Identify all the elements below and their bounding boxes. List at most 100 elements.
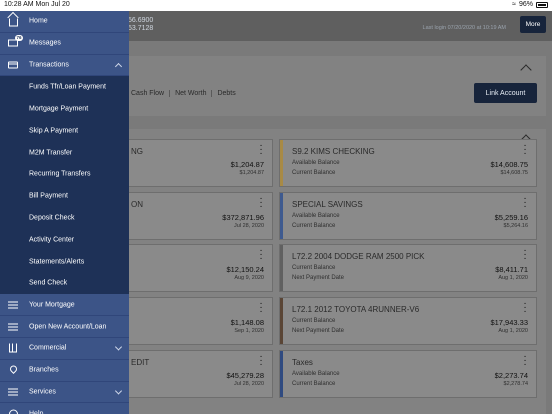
account-card[interactable]: $12,150.24 Aug 9, 2020 · · · (118, 244, 273, 292)
chevron-up-icon (114, 62, 123, 71)
account-amount: $12,150.24 (226, 265, 264, 274)
menu-item-services[interactable]: Services (0, 381, 129, 404)
status-bar: 10:28 AM Mon Jul 20 ≈ 96% (0, 0, 552, 11)
link-account-button[interactable]: Link Account (474, 83, 537, 103)
account-label-1: Available Balance (292, 160, 340, 166)
account-card[interactable]: L72.1 2012 TOYOTA 4RUNNER-V6 Current Bala… (279, 297, 537, 345)
account-amount: $372,871.96 (222, 213, 264, 222)
chevron-down-icon (114, 387, 123, 395)
more-options-icon[interactable]: · · · (523, 352, 527, 370)
bank-icon (8, 343, 19, 354)
account-sub-value: $14,608.75 (500, 170, 528, 176)
menu-item-commercial[interactable]: Commercial (0, 337, 129, 360)
menu-item-home[interactable]: Home (0, 11, 129, 33)
menu-item-label: Bill Payment (29, 192, 68, 200)
more-options-icon[interactable]: · · · (523, 194, 527, 212)
more-options-icon[interactable]: · · · (523, 246, 527, 264)
summary-tabs: Cash Flow Net Worth Debts (126, 90, 241, 97)
account-sub-value: Sep 1, 2020 (234, 328, 264, 334)
status-right: ≈ 96% (512, 1, 548, 8)
more-options-icon[interactable]: · · · (259, 299, 263, 317)
menu-item-label: M2M Transfer (29, 149, 73, 157)
account-name: EDIT (131, 358, 150, 367)
menu-item-your-mortgage[interactable]: Your Mortgage (0, 294, 129, 317)
credit-card-icon (8, 59, 19, 70)
account-name: L72.1 2012 TOYOTA 4RUNNER-V6 (292, 305, 420, 314)
more-options-icon[interactable]: · · · (259, 141, 263, 159)
menu-item-skip-a-payment[interactable]: Skip A Payment (0, 119, 129, 142)
location-pin-icon (8, 364, 19, 376)
tab-debts[interactable]: Debts (212, 90, 240, 97)
tab-net-worth[interactable]: Net Worth (170, 90, 213, 97)
account-card[interactable]: SPECIAL SAVINGS Available Balance Current … (279, 192, 537, 240)
menu-item-statements-alerts[interactable]: Statements/Alerts (0, 250, 129, 273)
account-name: S9.2 KIMS CHECKING (292, 147, 375, 156)
account-color-strip (280, 245, 283, 291)
menu-item-messages[interactable]: 76 Messages (0, 32, 129, 55)
home-icon-shape (9, 18, 18, 27)
chevron-down-icon (114, 343, 123, 351)
menu-item-transactions[interactable]: Transactions (0, 54, 129, 77)
help-icon-shape (9, 409, 18, 414)
account-sub-value: Jul 28, 2020 (234, 381, 264, 387)
account-label-1: Current Balance (292, 265, 336, 271)
account-amount: $5,259.16 (494, 213, 528, 222)
wifi-icon: ≈ (512, 1, 516, 8)
menu-item-activity-center[interactable]: Activity Center (0, 228, 129, 251)
account-color-strip (280, 140, 283, 186)
menu-item-funds-tfr-loan-payment[interactable]: Funds Tfr/Loan Payment (0, 76, 129, 99)
account-sub-value: $1,204.87 (239, 170, 264, 176)
account-label-2: Current Balance (292, 170, 336, 176)
account-sub-value: $2,278.74 (503, 381, 528, 387)
list-icon-shape (8, 323, 18, 331)
collapse-summary-icon[interactable] (520, 64, 532, 76)
home-icon (8, 16, 19, 27)
more-options-icon[interactable]: · · · (259, 246, 263, 264)
account-card[interactable]: EDIT $45,279.28 Jul 28, 2020 · · · (118, 350, 273, 398)
menu-item-deposit-check[interactable]: Deposit Check (0, 207, 129, 229)
menu-item-label: Transactions (29, 61, 69, 69)
account-amount: $14,608.75 (490, 160, 528, 169)
account-card[interactable]: S9.2 KIMS CHECKING Available Balance Curre… (279, 139, 537, 187)
menu-item-m2m-transfer[interactable]: M2M Transfer (0, 141, 129, 164)
menu-item-branches[interactable]: Branches (0, 359, 129, 382)
help-icon (8, 408, 19, 414)
account-name: ON (131, 200, 143, 209)
more-options-icon[interactable]: · · · (259, 194, 263, 212)
menu-item-label: Send Check (29, 279, 68, 287)
account-label-2: Current Balance (292, 223, 336, 229)
account-card[interactable]: L72.2 2004 DODGE RAM 2500 PICK Current Ba… (279, 244, 537, 292)
account-label-2: Next Payment Date (292, 328, 345, 334)
account-card[interactable]: Taxes Available Balance Current Balance $2,… (279, 350, 537, 398)
more-options-icon[interactable]: · · · (523, 141, 527, 159)
more-options-icon[interactable]: · · · (259, 352, 263, 370)
account-sub-value: Aug 1, 2020 (498, 275, 528, 281)
account-card[interactable]: ON $372,871.96 Jul 28, 2020 · · · (118, 192, 273, 240)
status-time: 10:28 AM Mon Jul 20 (4, 1, 70, 8)
list-icon-shape (8, 388, 18, 396)
tab-cash-flow[interactable]: Cash Flow (126, 90, 171, 97)
menu-item-recurring-transfers[interactable]: Recurring Transfers (0, 163, 129, 186)
menu-item-label: Open New Account/Loan (29, 323, 107, 331)
more-options-icon[interactable]: · · · (523, 299, 527, 317)
account-label-1: Available Balance (292, 371, 340, 377)
menu-item-mortgage-payment[interactable]: Mortgage Payment (0, 98, 129, 120)
menu-item-bill-payment[interactable]: Bill Payment (0, 185, 129, 208)
account-card[interactable]: NG $1,204.87 $1,204.87 · · · (118, 139, 273, 187)
location-pin-icon-shape (8, 364, 19, 375)
menu-item-label: Skip A Payment (29, 127, 79, 135)
account-amount: $1,148.08 (230, 318, 264, 327)
battery-percent: 96% (518, 1, 533, 8)
menu-item-help[interactable]: Help (0, 403, 129, 414)
account-card[interactable]: $1,148.08 Sep 1, 2020 · · · (118, 297, 273, 345)
header-number-1: 56.6900 (128, 17, 154, 24)
account-sub-value: Jul 28, 2020 (234, 223, 264, 229)
unread-count-badge: 76 (15, 34, 24, 41)
menu-item-send-check[interactable]: Send Check (0, 272, 129, 295)
account-name: NG (131, 147, 143, 156)
account-sub-value: Aug 9, 2020 (234, 275, 264, 281)
menu-item-open-new-account-loan[interactable]: Open New Account/Loan (0, 316, 129, 338)
list-icon (8, 386, 19, 397)
credit-card-icon-shape (8, 61, 18, 69)
more-button[interactable]: More (520, 16, 546, 33)
